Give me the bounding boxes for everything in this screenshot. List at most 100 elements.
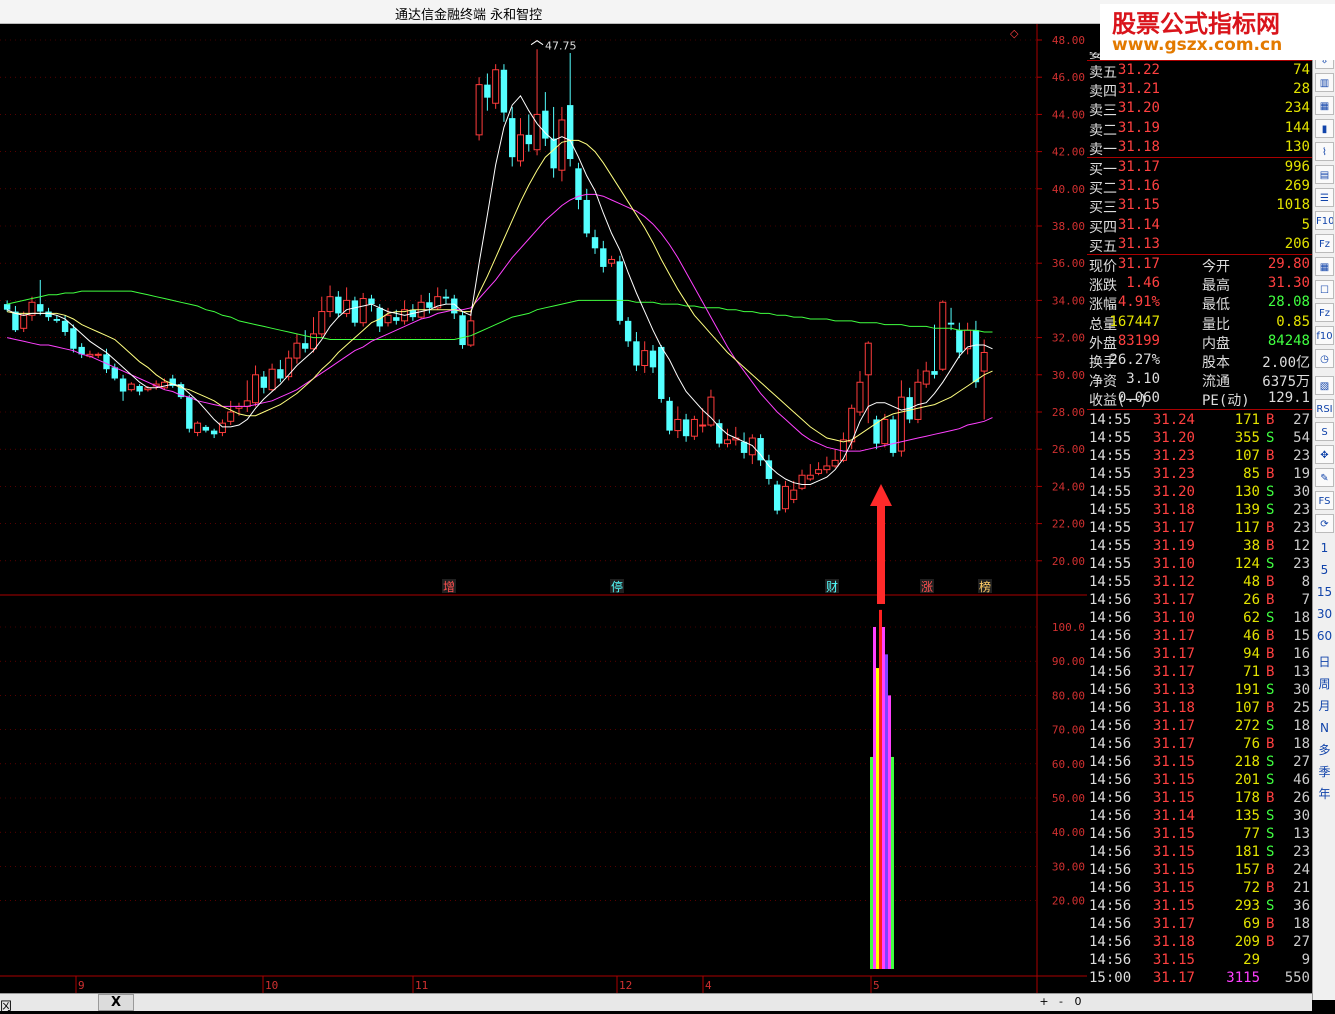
tick-volume: 72 — [1243, 879, 1260, 896]
tick-side: S — [1266, 501, 1275, 518]
watermark-title: 股票公式指标网 — [1112, 10, 1280, 38]
period-4[interactable]: 60 — [1315, 627, 1334, 645]
tick-time: 14:55 — [1089, 429, 1132, 446]
tick-count: 12 — [1293, 537, 1310, 554]
sub-y-tick-label: 30.00 — [1052, 860, 1085, 873]
stat-value: 6375万 — [1262, 374, 1310, 391]
candle-body — [939, 301, 947, 370]
bars-icon[interactable]: ▥ — [1315, 73, 1334, 92]
tick-price: 31.19 — [1152, 537, 1195, 554]
reset-button[interactable]: 0 — [1071, 995, 1085, 1010]
candle-body — [459, 315, 466, 346]
period-8[interactable]: N — [1315, 719, 1334, 737]
macd-icon[interactable]: ▧ — [1315, 376, 1334, 395]
period-11[interactable]: 年 — [1315, 785, 1334, 803]
clock-icon[interactable]: ◷ — [1315, 349, 1334, 368]
grid-icon[interactable]: ▦ — [1315, 257, 1334, 276]
rsi-icon[interactable]: RSI — [1315, 399, 1334, 418]
move-icon[interactable]: ✥ — [1315, 445, 1334, 464]
kline-chart[interactable]: 48.00 46.00 44.00 42.00 40.00 38.00 36.00 34.00… — [0, 24, 1087, 993]
candle-body — [210, 430, 218, 435]
tick-count: 8 — [1301, 573, 1310, 590]
indicator-bar — [891, 756, 894, 969]
zoom-in-button[interactable]: + — [1037, 995, 1051, 1010]
period-2[interactable]: 15 — [1315, 583, 1334, 601]
f10b-icon[interactable]: f10 — [1315, 326, 1334, 345]
bid-label: 买五 — [1089, 238, 1117, 255]
candle-body — [186, 397, 193, 429]
tick-row: 14:55 31.17 117 B 23 — [1087, 519, 1312, 538]
sub-y-tick-label: 80.00 — [1052, 689, 1085, 702]
y-tick-label: 46.00 — [1052, 71, 1085, 84]
fz2-icon[interactable]: Fz — [1315, 303, 1334, 322]
doc-icon[interactable]: ☐ — [1315, 280, 1334, 299]
period-3[interactable]: 30 — [1315, 605, 1334, 623]
ask-volume: 28 — [1293, 81, 1310, 98]
period-0[interactable]: 1 — [1315, 539, 1334, 557]
tick-row: 14:56 31.17 76 B 18 — [1087, 735, 1312, 754]
candle-body — [517, 134, 524, 162]
bid-row: 买三 31.15 1018 — [1087, 196, 1312, 216]
tick-time: 14:56 — [1089, 915, 1132, 932]
candle-body — [591, 237, 599, 249]
tick-count: 27 — [1293, 933, 1310, 950]
tick-side: S — [1266, 753, 1275, 770]
list-icon[interactable]: ☰ — [1315, 188, 1334, 207]
candle-body — [666, 400, 673, 431]
candle-body — [492, 69, 500, 104]
period-7[interactable]: 月 — [1315, 697, 1334, 715]
f10-icon[interactable]: F10 — [1315, 211, 1334, 230]
candle-body — [260, 376, 268, 388]
candle-body — [37, 304, 44, 312]
event-marker: 榜 — [979, 579, 991, 594]
period-9[interactable]: 多 — [1315, 741, 1334, 759]
candle-body — [881, 418, 889, 445]
table-icon[interactable]: ▦ — [1315, 96, 1334, 115]
tick-row: 14:56 31.15 181 S 23 — [1087, 843, 1312, 862]
tick-price: 31.15 — [1152, 897, 1195, 914]
tick-price: 31.15 — [1152, 753, 1195, 770]
refresh-icon[interactable]: ⟳ — [1315, 514, 1334, 533]
bid-row: 买四 31.14 5 — [1087, 216, 1312, 236]
ask-price: 31.19 — [1117, 119, 1160, 136]
tick-icon[interactable]: ▤ — [1315, 165, 1334, 184]
tick-side: B — [1266, 465, 1275, 482]
tick-price: 31.20 — [1152, 429, 1195, 446]
tick-count: 30 — [1293, 681, 1310, 698]
fz-icon[interactable]: Fz — [1315, 234, 1334, 253]
tick-price: 31.15 — [1152, 825, 1195, 842]
stat-label: 流通 — [1202, 374, 1230, 391]
tick-count: 30 — [1293, 807, 1310, 824]
candle-body — [293, 342, 301, 359]
period-5[interactable]: 日 — [1315, 653, 1334, 671]
zoom-out-button[interactable]: - — [1054, 995, 1068, 1010]
close-tab-button[interactable]: X — [98, 994, 134, 1011]
tick-volume: 355 — [1234, 429, 1260, 446]
line-chart-icon[interactable]: ⌇ — [1315, 142, 1334, 161]
fs-icon[interactable]: FS — [1315, 491, 1334, 510]
y-tick-label: 24.00 — [1052, 480, 1085, 493]
s-icon[interactable]: S — [1315, 422, 1334, 441]
y-tick-label: 30.00 — [1052, 369, 1085, 382]
indicator-bar — [882, 627, 885, 969]
pen-icon[interactable]: ✎ — [1315, 468, 1334, 487]
tick-side: S — [1266, 771, 1275, 788]
tick-side: S — [1266, 555, 1275, 572]
tick-count: 54 — [1293, 429, 1310, 446]
y-tick-label: 20.00 — [1052, 555, 1085, 568]
tick-price: 31.10 — [1152, 609, 1195, 626]
candle-body — [956, 330, 963, 353]
event-marker: 涨 — [921, 579, 933, 594]
candle-body — [864, 342, 872, 376]
period-6[interactable]: 周 — [1315, 675, 1334, 693]
tick-volume: 218 — [1234, 753, 1260, 770]
period-10[interactable]: 季 — [1315, 763, 1334, 781]
tab-label[interactable]: 冈 — [0, 997, 12, 1014]
period-1[interactable]: 5 — [1315, 561, 1334, 579]
candle-body — [509, 118, 516, 158]
candle-icon[interactable]: ▮ — [1315, 119, 1334, 138]
candle-body — [856, 381, 864, 413]
sub-y-tick-label: 70.00 — [1052, 724, 1085, 737]
tick-side: B — [1266, 879, 1275, 896]
tick-time: 14:56 — [1089, 753, 1132, 770]
